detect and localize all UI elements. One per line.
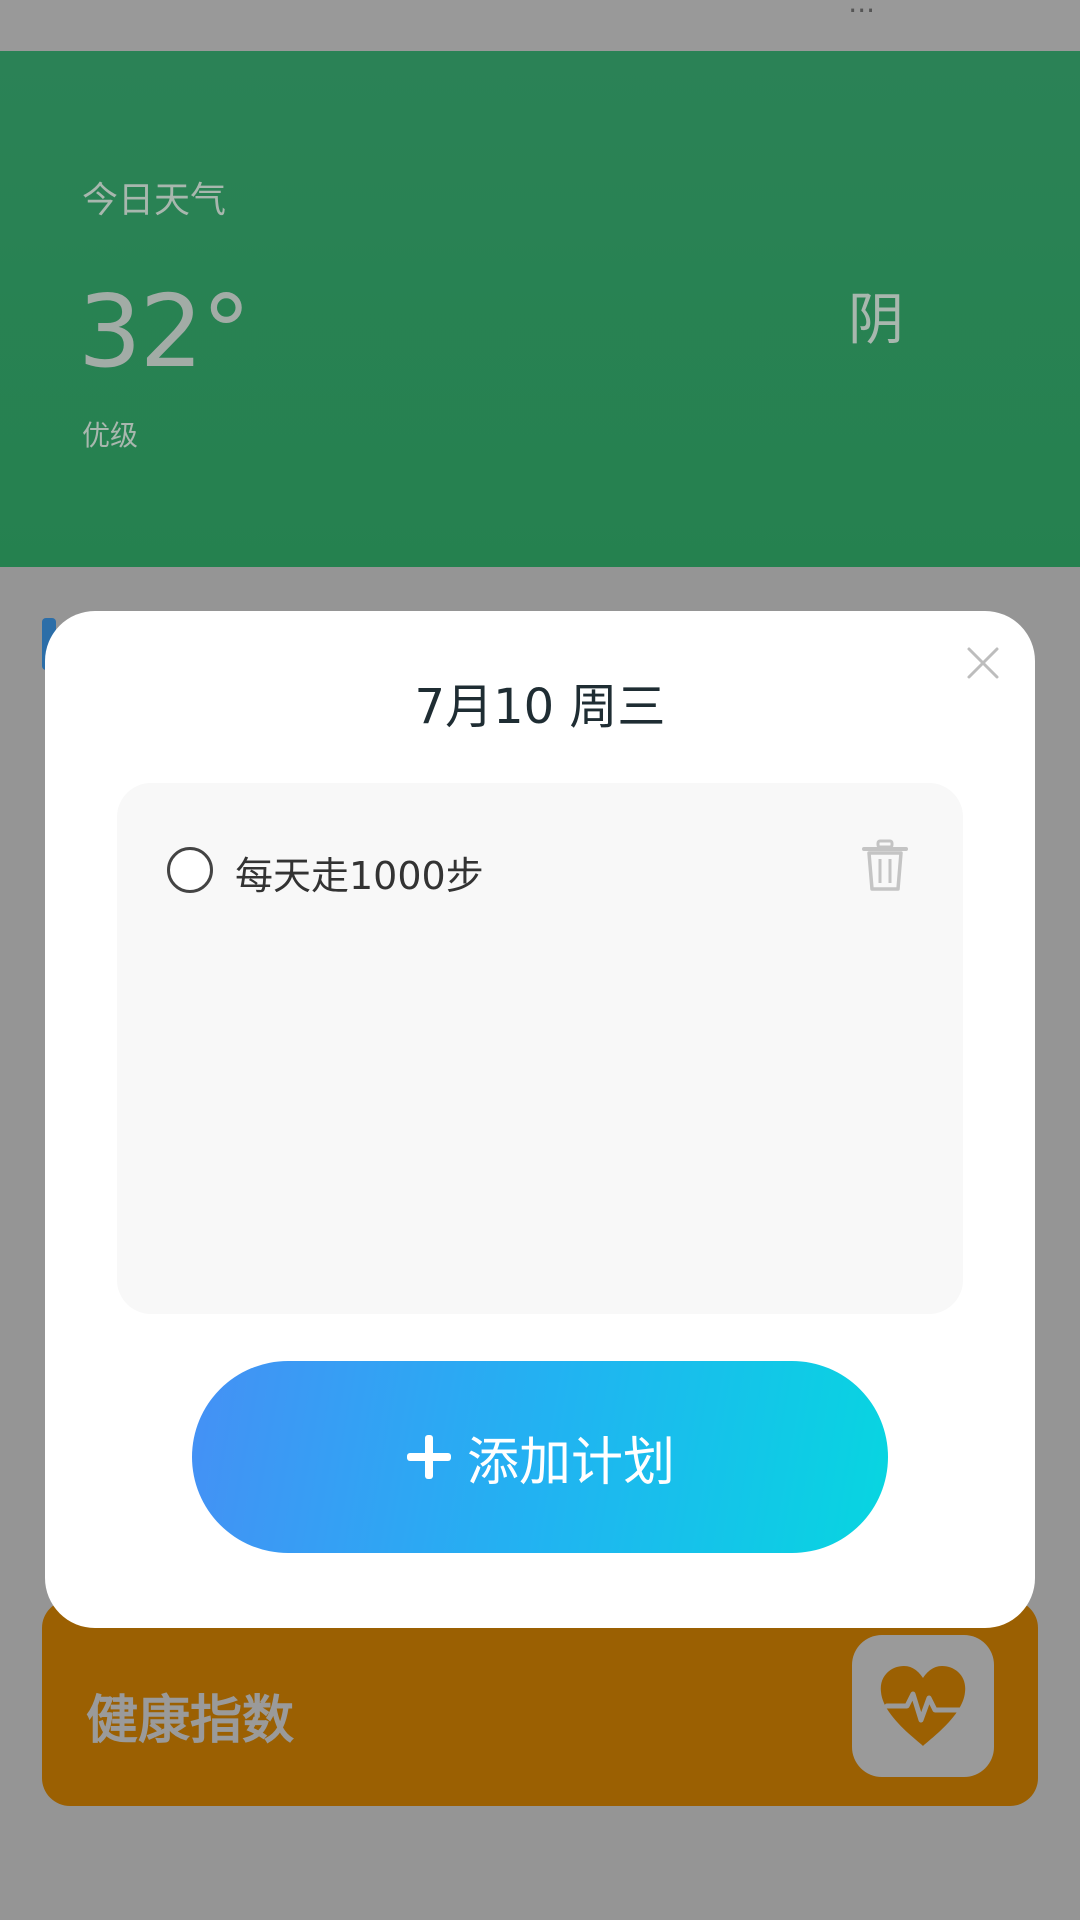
- health-index-title: 健康指数: [86, 1691, 295, 1751]
- plan-text: 每天走1000步: [235, 854, 484, 898]
- plan-modal: 7月10 周三 每天走1000步 添加计划: [45, 611, 1035, 1628]
- status-bar: ...: [0, 0, 1080, 51]
- modal-date-title: 7月10 周三: [414, 679, 666, 735]
- plan-item: 每天走1000步: [117, 839, 963, 899]
- status-text: ...: [848, 0, 875, 19]
- weather-condition: 阴: [848, 288, 904, 353]
- air-quality-label: 优级: [82, 419, 139, 452]
- screen: ... 今日天气 32° 优级 阴 健康指数 7月10 周三 每天走1000步: [0, 0, 1080, 1920]
- close-icon[interactable]: [963, 643, 1003, 683]
- add-plan-label: 添加计划: [466, 1432, 675, 1493]
- health-icon-box: [852, 1635, 994, 1777]
- plus-icon: [405, 1433, 453, 1481]
- heart-pulse-icon: [880, 1666, 966, 1746]
- trash-icon[interactable]: [861, 839, 909, 893]
- health-index-card: 健康指数: [42, 1600, 1038, 1806]
- plan-checkbox[interactable]: [167, 847, 213, 893]
- add-plan-button[interactable]: 添加计划: [192, 1361, 888, 1553]
- weather-title: 今日天气: [82, 180, 227, 221]
- weather-card: 今日天气 32° 优级 阴: [0, 51, 1080, 567]
- weather-temperature: 32°: [78, 273, 251, 390]
- plan-list: 每天走1000步: [117, 783, 963, 1314]
